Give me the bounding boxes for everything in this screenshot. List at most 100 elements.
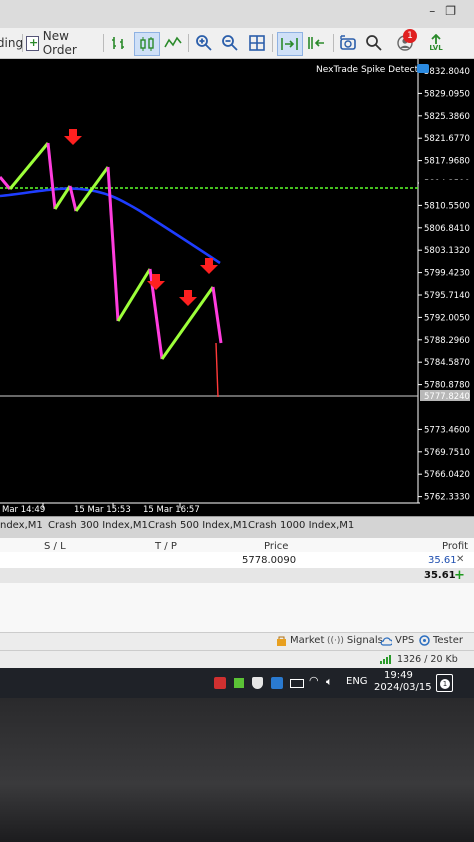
toolbar: ding + New Order 1 LVL bbox=[0, 28, 474, 59]
down-arrow-icon bbox=[64, 129, 82, 145]
time-label: Mar 14:49 bbox=[2, 505, 45, 515]
algo-trading-label: ding bbox=[0, 36, 24, 50]
language-indicator[interactable]: ENG bbox=[346, 676, 368, 687]
notification-badge: 1 bbox=[403, 29, 417, 43]
price-scale: 5832.8040 5829.0950 5825.3860 5821.6770 5817… bbox=[418, 67, 470, 503]
price-tick-label: 5792.0050 bbox=[424, 313, 470, 323]
market-label: Market bbox=[290, 635, 325, 646]
clock-date[interactable]: 2024/03/15 bbox=[374, 682, 432, 693]
wifi-icon[interactable]: ◠ bbox=[309, 674, 319, 687]
spike-arrows bbox=[64, 129, 218, 306]
col-price-header[interactable]: Price bbox=[264, 541, 288, 552]
tile-windows-button[interactable] bbox=[246, 32, 268, 54]
clock-time[interactable]: 19:49 bbox=[384, 670, 413, 681]
price-tick-label: 5788.2960 bbox=[424, 336, 470, 346]
new-order-icon: + bbox=[26, 35, 39, 51]
price-tick-label: 5784.5870 bbox=[424, 358, 470, 368]
indicator-badge-icon bbox=[417, 64, 429, 73]
price-tick-label: 5829.0950 bbox=[424, 89, 470, 99]
col-tp-header[interactable]: T / P bbox=[155, 541, 177, 552]
signals-label: Signals bbox=[346, 635, 383, 646]
services-bar: Market ((·)) Signals VPS Tester bbox=[0, 632, 474, 651]
candlestick-button[interactable] bbox=[134, 32, 160, 56]
close-position-icon[interactable]: ✕ bbox=[456, 554, 464, 565]
price-segment bbox=[106, 166, 120, 322]
bar-chart-button[interactable] bbox=[108, 32, 130, 54]
chart-canvas[interactable]: 5832.8040 5829.0950 5825.3860 5821.6770 5817… bbox=[0, 59, 474, 516]
tab-crash-1000[interactable]: Crash 1000 Index,M1 bbox=[248, 520, 354, 531]
tester-icon bbox=[419, 635, 430, 646]
green-level-tag bbox=[419, 180, 474, 192]
price-segment bbox=[116, 268, 152, 322]
total-row: 35.61 + bbox=[0, 568, 474, 583]
tab-crash-500[interactable]: Crash 500 Index,M1 bbox=[148, 520, 248, 531]
total-profit: 35.61 bbox=[424, 570, 456, 581]
security-icon[interactable] bbox=[252, 677, 263, 689]
search-button[interactable] bbox=[363, 32, 385, 54]
time-label: 15 Mar 16:57 bbox=[143, 505, 200, 515]
status-bar: 1326 / 20 Kb bbox=[0, 650, 474, 669]
line-chart-icon bbox=[164, 36, 182, 48]
minimize-icon[interactable]: – bbox=[429, 4, 445, 18]
price-tick-label: 5762.3330 bbox=[424, 493, 470, 503]
zoom-out-button[interactable] bbox=[219, 32, 241, 54]
windows-taskbar: ◠ 🔈︎ ENG 19:49 2024/03/15 1 bbox=[0, 668, 474, 698]
new-order-button[interactable]: + New Order bbox=[26, 29, 100, 57]
col-profit-header[interactable]: Profit bbox=[442, 541, 468, 552]
level-button[interactable]: LVL bbox=[424, 32, 448, 54]
app-tray-icon[interactable] bbox=[214, 677, 226, 689]
window-controls[interactable]: –❐ bbox=[429, 4, 466, 18]
notifications-button[interactable]: 1 bbox=[392, 29, 418, 54]
traffic-status: 1326 / 20 Kb bbox=[397, 654, 458, 665]
restore-icon[interactable]: ❐ bbox=[445, 4, 466, 18]
algo-trading-button[interactable]: ding bbox=[0, 32, 24, 54]
vps-label: VPS bbox=[395, 635, 415, 646]
price-tick-label: 5773.4600 bbox=[424, 425, 470, 435]
volume-icon[interactable]: 🔈︎ bbox=[326, 675, 333, 689]
vps-link[interactable]: VPS bbox=[380, 635, 414, 646]
current-price-label: 5777.8240 bbox=[424, 392, 470, 402]
chart-shift-icon bbox=[308, 37, 324, 49]
price-segment bbox=[8, 142, 50, 190]
auto-scroll-button[interactable] bbox=[277, 32, 303, 56]
line-chart-button[interactable] bbox=[162, 32, 184, 54]
notification-center-badge: 1 bbox=[440, 679, 450, 689]
zoom-out-icon bbox=[222, 35, 238, 51]
price-tick-label: 5799.4230 bbox=[424, 269, 470, 279]
zoom-in-button[interactable] bbox=[193, 32, 215, 54]
auto-scroll-icon bbox=[281, 38, 298, 50]
connection-bars-icon bbox=[380, 655, 391, 664]
price-tick-label: 5766.0420 bbox=[424, 470, 470, 480]
col-sl-header[interactable]: S / L bbox=[44, 541, 66, 552]
add-icon[interactable]: + bbox=[454, 568, 465, 583]
signals-link[interactable]: ((·)) Signals bbox=[327, 635, 383, 646]
level-up-icon bbox=[431, 34, 441, 44]
bar-chart-icon bbox=[112, 37, 124, 49]
price-tick-label: 5769.7510 bbox=[424, 448, 470, 458]
spike-candle bbox=[215, 342, 219, 398]
tester-link[interactable]: Tester bbox=[419, 635, 463, 646]
price-tick-label: 5817.9680 bbox=[424, 157, 470, 167]
chart-tabs: ndex,M1 Crash 300 Index,M1 Crash 500 Ind… bbox=[0, 516, 474, 539]
row-price: 5778.0090 bbox=[242, 555, 297, 566]
chart-shift-button[interactable] bbox=[305, 32, 329, 54]
tab-chart-0[interactable]: ndex,M1 bbox=[0, 520, 43, 531]
new-order-label: New Order bbox=[42, 29, 77, 57]
market-link[interactable]: Market bbox=[276, 635, 324, 646]
price-segment bbox=[46, 142, 57, 210]
price-tick-label: 5780.8780 bbox=[424, 381, 470, 391]
battery-icon[interactable] bbox=[290, 679, 304, 688]
cloud-icon bbox=[380, 636, 392, 646]
zoom-in-icon bbox=[196, 35, 212, 51]
price-tick-label: 5803.1320 bbox=[424, 246, 470, 256]
camera-icon bbox=[340, 35, 356, 50]
table-row[interactable]: 5778.0090 35.61 ✕ bbox=[0, 552, 474, 568]
candlestick-icon bbox=[140, 37, 154, 51]
tab-crash-300[interactable]: Crash 300 Index,M1 bbox=[48, 520, 148, 531]
row-profit: 35.61 bbox=[428, 555, 457, 566]
app2-icon[interactable] bbox=[271, 677, 283, 689]
price-tick-label: 5806.8410 bbox=[424, 224, 470, 234]
screenshot-button[interactable] bbox=[337, 32, 359, 54]
nvidia-icon[interactable] bbox=[234, 678, 244, 688]
price-chart[interactable]: 5832.8040 5829.0950 5825.3860 5821.6770 5817… bbox=[0, 59, 474, 516]
